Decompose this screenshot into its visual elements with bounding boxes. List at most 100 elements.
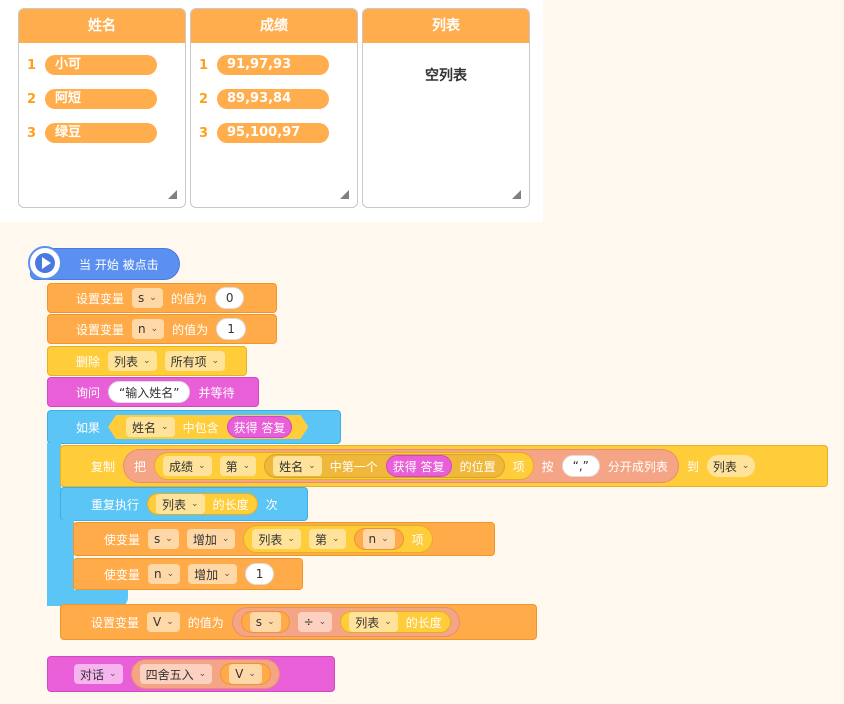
item-value[interactable]: 绿豆 bbox=[45, 123, 157, 143]
set-variable-block[interactable]: 设置变量 V ⌄ 的值为 s ⌄ ÷ ⌄ 列表 ⌄ 的长度 bbox=[60, 604, 537, 640]
say-mode-dropdown[interactable]: 对话 ⌄ bbox=[74, 664, 123, 684]
list-item: 1 91,97,93 bbox=[199, 54, 329, 76]
value-input[interactable]: 1 bbox=[216, 318, 246, 340]
variable-reporter[interactable]: n ⌄ bbox=[353, 528, 404, 550]
empty-list-text: 空列表 bbox=[425, 68, 467, 84]
variable-reporter[interactable]: s ⌄ bbox=[240, 611, 290, 633]
operation-dropdown[interactable]: 增加 ⌄ bbox=[186, 529, 236, 549]
hat-label: 当 开始 被点击 bbox=[79, 257, 159, 272]
change-variable-block[interactable]: 使变量 n ⌄ 增加 ⌄ 1 bbox=[73, 558, 303, 590]
item-value[interactable]: 91,97,93 bbox=[217, 55, 329, 75]
item-value[interactable]: 89,93,84 bbox=[217, 89, 329, 109]
item-index: 2 bbox=[27, 91, 37, 107]
list-item: 3 绿豆 bbox=[27, 122, 157, 144]
list-length-reporter[interactable]: 列表 ⌄ 的长度 bbox=[147, 493, 258, 515]
answer-reporter[interactable]: 获得 答复 bbox=[227, 416, 293, 438]
variable-dropdown[interactable]: s ⌄ bbox=[148, 529, 179, 549]
resize-handle-icon[interactable] bbox=[168, 190, 177, 199]
dropdown-value: V bbox=[153, 615, 162, 629]
dropdown-value: n bbox=[368, 532, 377, 546]
list-dropdown[interactable]: 列表 ⌄ bbox=[108, 351, 157, 371]
set-variable-block[interactable]: 设置变量 n ⌄ 的值为 1 bbox=[47, 314, 277, 344]
index-of-reporter[interactable]: 姓名 ⌄ 中第一个 获得 答复 的位置 bbox=[264, 454, 505, 478]
split-reporter[interactable]: 把 成绩 ⌄ 第 ⌄ 姓名 ⌄ 中第一个 获得 答复 的位置 项 按 “,” 分开成列… bbox=[123, 449, 679, 483]
list-item-reporter[interactable]: 列表 ⌄ 第 ⌄ n ⌄ 项 bbox=[243, 525, 433, 553]
repeat-block[interactable]: 重复执行 列表 ⌄ 的长度 次 bbox=[60, 487, 308, 521]
block-label: 的值为 bbox=[170, 291, 207, 306]
block-label: 的长度 bbox=[212, 497, 249, 512]
list-monitor-list[interactable]: 列表 空列表 bbox=[362, 8, 530, 208]
block-label: 的值为 bbox=[187, 615, 224, 630]
list-item: 2 89,93,84 bbox=[199, 88, 329, 110]
change-variable-block[interactable]: 使变量 s ⌄ 增加 ⌄ 列表 ⌄ 第 ⌄ n ⌄ 项 bbox=[73, 522, 495, 556]
repeat-block-bottom bbox=[60, 590, 128, 604]
dropdown-value: 列表 bbox=[712, 459, 737, 474]
block-label: 项 bbox=[411, 532, 424, 547]
variable-dropdown[interactable]: n ⌄ bbox=[148, 564, 181, 584]
say-block[interactable]: 对话 ⌄ 四舍五入 ⌄ V ⌄ bbox=[47, 656, 335, 692]
block-label: 项 bbox=[512, 459, 525, 474]
value-input[interactable]: 1 bbox=[244, 563, 275, 585]
math-op-dropdown[interactable]: 四舍五入 ⌄ bbox=[139, 664, 213, 684]
if-block[interactable]: 如果 姓名 ⌄ 中包含 获得 答复 bbox=[47, 410, 341, 444]
list-monitor-names[interactable]: 姓名 1 小可 2 阿短 3 绿豆 bbox=[18, 8, 186, 208]
list-dropdown[interactable]: 列表 ⌄ bbox=[252, 529, 301, 549]
variable-dropdown[interactable]: s ⌄ bbox=[132, 288, 163, 308]
list-dropdown[interactable]: 列表 ⌄ bbox=[349, 612, 398, 632]
variable-reporter[interactable]: V ⌄ bbox=[220, 663, 271, 685]
chevron-down-icon: ⌄ bbox=[150, 324, 159, 334]
monitor-title: 姓名 bbox=[19, 9, 185, 43]
chevron-down-icon: ⌄ bbox=[248, 669, 256, 679]
list-dropdown[interactable]: 姓名 ⌄ bbox=[273, 456, 322, 476]
dropdown-value: 列表 bbox=[258, 532, 283, 547]
target-list-dropdown[interactable]: 列表 ⌄ bbox=[706, 455, 756, 477]
set-variable-block[interactable]: 设置变量 s ⌄ 的值为 0 bbox=[47, 283, 277, 313]
list-dropdown[interactable]: 成绩 ⌄ bbox=[163, 456, 212, 476]
dropdown-value: 列表 bbox=[114, 354, 139, 369]
if-block-arm bbox=[47, 443, 61, 606]
operation-dropdown[interactable]: 增加 ⌄ bbox=[188, 564, 237, 584]
list-item-reporter[interactable]: 成绩 ⌄ 第 ⌄ 姓名 ⌄ 中第一个 获得 答复 的位置 项 bbox=[154, 452, 534, 480]
block-label: 把 bbox=[134, 459, 147, 474]
variable-dropdown[interactable]: V ⌄ bbox=[229, 664, 262, 684]
chevron-down-icon: ⌄ bbox=[318, 617, 327, 627]
dropdown-value: 姓名 bbox=[279, 459, 304, 474]
divide-reporter[interactable]: s ⌄ ÷ ⌄ 列表 ⌄ 的长度 bbox=[231, 607, 460, 637]
index-mode-dropdown[interactable]: 第 ⌄ bbox=[308, 529, 346, 549]
copy-list-block[interactable]: 复制 把 成绩 ⌄ 第 ⌄ 姓名 ⌄ 中第一个 获得 答复 的位置 项 按 “,” 分… bbox=[60, 445, 828, 487]
list-length-reporter[interactable]: 列表 ⌄ 的长度 bbox=[340, 611, 451, 633]
chevron-down-icon: ⌄ bbox=[741, 461, 750, 471]
block-label: 重复执行 bbox=[91, 497, 140, 512]
contains-condition[interactable]: 姓名 ⌄ 中包含 获得 答复 bbox=[108, 415, 308, 439]
play-icon bbox=[28, 246, 62, 280]
round-reporter[interactable]: 四舍五入 ⌄ V ⌄ bbox=[130, 659, 280, 689]
operator-dropdown[interactable]: ÷ ⌄ bbox=[297, 612, 333, 632]
resize-handle-icon[interactable] bbox=[340, 190, 349, 199]
chevron-down-icon: ⌄ bbox=[211, 356, 220, 366]
variable-dropdown[interactable]: s ⌄ bbox=[249, 612, 281, 632]
variable-dropdown[interactable]: n ⌄ bbox=[132, 319, 165, 339]
ask-and-wait-block[interactable]: 询问 “输入姓名” 并等待 bbox=[47, 377, 259, 407]
question-input[interactable]: “输入姓名” bbox=[108, 381, 191, 403]
separator-input[interactable]: “,” bbox=[561, 455, 600, 477]
list-dropdown[interactable]: 姓名 ⌄ bbox=[126, 417, 175, 437]
item-dropdown[interactable]: 所有项 ⌄ bbox=[164, 351, 226, 371]
block-label: 按 bbox=[541, 459, 554, 474]
answer-reporter[interactable]: 获得 答复 bbox=[385, 455, 452, 477]
delete-list-block[interactable]: 删除 列表 ⌄ 所有项 ⌄ bbox=[47, 346, 247, 376]
variable-dropdown[interactable]: n ⌄ bbox=[362, 529, 395, 549]
index-mode-dropdown[interactable]: 第 ⌄ bbox=[219, 456, 257, 476]
block-label: 设置变量 bbox=[76, 322, 125, 337]
item-value[interactable]: 95,100,97 bbox=[217, 123, 329, 143]
dropdown-value: 列表 bbox=[162, 497, 187, 512]
list-monitor-scores[interactable]: 成绩 1 91,97,93 2 89,93,84 3 95,100,97 bbox=[190, 8, 358, 208]
monitor-title: 成绩 bbox=[191, 9, 357, 43]
variable-dropdown[interactable]: V ⌄ bbox=[147, 612, 180, 632]
list-dropdown[interactable]: 列表 ⌄ bbox=[156, 494, 205, 514]
resize-handle-icon[interactable] bbox=[512, 190, 521, 199]
block-label: 次 bbox=[265, 497, 278, 512]
item-value[interactable]: 阿短 bbox=[45, 89, 157, 109]
item-value[interactable]: 小可 bbox=[45, 55, 157, 75]
item-index: 1 bbox=[27, 57, 37, 73]
value-input[interactable]: 0 bbox=[214, 287, 245, 309]
